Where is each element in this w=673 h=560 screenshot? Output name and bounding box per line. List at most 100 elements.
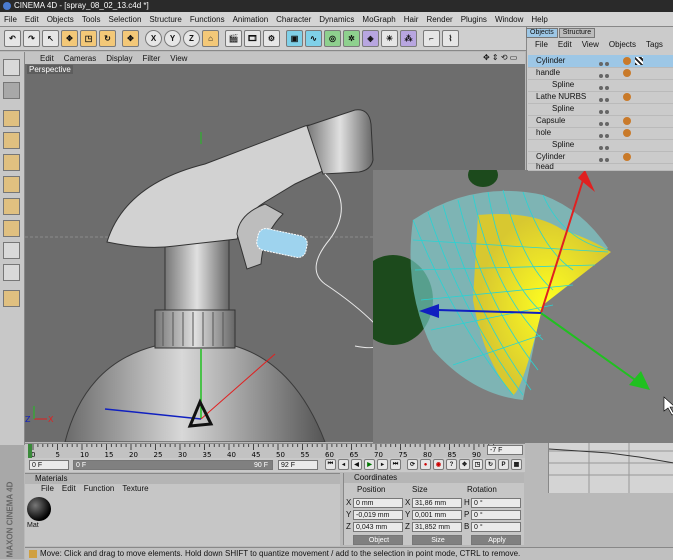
rotation-key-icon[interactable]: ↻ bbox=[485, 459, 496, 470]
coordinate-system-icon[interactable]: ⌂ bbox=[202, 30, 219, 47]
visibility-dots-icon[interactable] bbox=[599, 106, 613, 114]
materials-menu-file[interactable]: File bbox=[37, 484, 58, 493]
pla-key-icon[interactable]: ▦ bbox=[511, 459, 522, 470]
tab-structure[interactable]: Structure bbox=[558, 28, 596, 38]
visibility-dots-icon[interactable] bbox=[599, 118, 613, 126]
objects-menu-edit[interactable]: Edit bbox=[553, 40, 577, 49]
use-object-mode-icon[interactable] bbox=[3, 82, 20, 99]
play-forward-icon[interactable]: ▶ bbox=[364, 459, 375, 470]
material-name-label[interactable]: Mat bbox=[27, 522, 39, 529]
cube-primitive-icon[interactable]: ▣ bbox=[286, 30, 303, 47]
viewport-menu-view[interactable]: View bbox=[165, 54, 192, 63]
use-polygons-mode-icon[interactable] bbox=[3, 154, 20, 171]
object-row-head[interactable]: head bbox=[528, 163, 673, 171]
use-model-mode-icon[interactable] bbox=[3, 59, 20, 76]
visibility-dots-icon[interactable] bbox=[599, 130, 613, 138]
position-y-field[interactable]: -0,019 mm bbox=[353, 510, 403, 520]
spline-pen-icon[interactable]: ∿ bbox=[305, 30, 322, 47]
rotation-b-field[interactable]: 0 ° bbox=[471, 522, 521, 532]
scale-key-icon[interactable]: ◳ bbox=[472, 459, 483, 470]
rotation-h-field[interactable]: 0 ° bbox=[471, 498, 521, 508]
prev-key-icon[interactable]: ◂ bbox=[338, 459, 349, 470]
play-backward-icon[interactable]: ◀ bbox=[351, 459, 362, 470]
phong-tag-icon[interactable] bbox=[623, 153, 631, 161]
rotate-tool-icon[interactable]: ↻ bbox=[99, 30, 116, 47]
menu-window[interactable]: Window bbox=[491, 15, 527, 24]
use-uv-points-icon[interactable] bbox=[3, 176, 20, 193]
phong-tag-icon[interactable] bbox=[623, 57, 631, 65]
go-to-start-icon[interactable]: ⏮ bbox=[325, 459, 336, 470]
materials-menu-edit[interactable]: Edit bbox=[58, 484, 80, 493]
visibility-dots-icon[interactable] bbox=[599, 154, 613, 162]
render-picture-viewer-icon[interactable]: 🎞 bbox=[244, 30, 261, 47]
autokey-icon[interactable]: ◉ bbox=[433, 459, 444, 470]
material-tag-icon[interactable] bbox=[635, 57, 643, 65]
start-frame-field[interactable]: 0 F bbox=[29, 460, 69, 470]
tab-objects[interactable]: Objects bbox=[526, 28, 558, 38]
objects-menu-objects[interactable]: Objects bbox=[604, 40, 641, 49]
move-tool-icon[interactable]: ✥ bbox=[61, 30, 78, 47]
phong-tag-icon[interactable] bbox=[623, 117, 631, 125]
phong-tag-icon[interactable] bbox=[623, 129, 631, 137]
visibility-dots-icon[interactable] bbox=[599, 70, 613, 78]
menu-plugins[interactable]: Plugins bbox=[457, 15, 491, 24]
camera-icon[interactable]: ⁂ bbox=[400, 30, 417, 47]
snap-tool-icon[interactable]: ⌐ bbox=[423, 30, 440, 47]
go-to-end-icon[interactable]: ⏭ bbox=[390, 459, 401, 470]
menu-structure[interactable]: Structure bbox=[145, 15, 185, 24]
menu-functions[interactable]: Functions bbox=[186, 15, 229, 24]
viewport-nav-icons[interactable]: ✥ ⇕ ⟲ ▭ bbox=[483, 53, 517, 62]
visibility-dots-icon[interactable] bbox=[599, 58, 613, 66]
nurbs-icon[interactable]: ◎ bbox=[324, 30, 341, 47]
objects-menu-view[interactable]: View bbox=[577, 40, 604, 49]
menu-dynamics[interactable]: Dynamics bbox=[315, 15, 358, 24]
objects-menu-file[interactable]: File bbox=[530, 40, 553, 49]
size-z-field[interactable]: 31,852 mm bbox=[412, 522, 462, 532]
viewport-menu-edit[interactable]: Edit bbox=[25, 54, 59, 63]
rotation-p-field[interactable]: 0 ° bbox=[471, 510, 521, 520]
material-swatch[interactable] bbox=[27, 497, 51, 521]
menu-edit[interactable]: Edit bbox=[21, 15, 43, 24]
apply-button[interactable]: Apply bbox=[471, 535, 521, 545]
x-axis-lock-button[interactable]: X bbox=[145, 30, 162, 47]
animation-mode-icon[interactable] bbox=[3, 290, 20, 307]
array-icon[interactable]: ✲ bbox=[343, 30, 360, 47]
recent-tools-icon[interactable]: ✥ bbox=[122, 30, 139, 47]
visibility-dots-icon[interactable] bbox=[599, 94, 613, 102]
menu-objects[interactable]: Objects bbox=[43, 15, 78, 24]
next-key-icon[interactable]: ▸ bbox=[377, 459, 388, 470]
playhead[interactable] bbox=[28, 444, 32, 458]
y-axis-lock-button[interactable]: Y bbox=[164, 30, 181, 47]
scene-light-icon[interactable]: ✳ bbox=[381, 30, 398, 47]
menu-render[interactable]: Render bbox=[422, 15, 456, 24]
use-points-mode-icon[interactable] bbox=[3, 110, 20, 127]
texture-mode-icon[interactable] bbox=[3, 242, 20, 259]
record-icon[interactable]: ● bbox=[420, 459, 431, 470]
size-mode-select[interactable]: Size bbox=[412, 535, 462, 545]
menu-tools[interactable]: Tools bbox=[78, 15, 105, 24]
undo-icon[interactable]: ↶ bbox=[4, 30, 21, 47]
viewport-menu-display[interactable]: Display bbox=[101, 54, 137, 63]
redo-icon[interactable]: ↷ bbox=[23, 30, 40, 47]
phong-tag-icon[interactable] bbox=[623, 93, 631, 101]
frame-range-slider[interactable]: 0 F 90 F bbox=[73, 460, 273, 470]
current-frame-field[interactable]: -7 F bbox=[487, 445, 523, 455]
position-x-field[interactable]: 0 mm bbox=[353, 498, 403, 508]
menu-animation[interactable]: Animation bbox=[229, 15, 273, 24]
menu-hair[interactable]: Hair bbox=[400, 15, 423, 24]
menu-help[interactable]: Help bbox=[527, 15, 551, 24]
materials-menu-texture[interactable]: Texture bbox=[118, 484, 152, 493]
phong-tag-icon[interactable] bbox=[623, 69, 631, 77]
position-key-icon[interactable]: ✥ bbox=[459, 459, 470, 470]
brush-tool-icon[interactable]: ⌇ bbox=[442, 30, 459, 47]
coordinate-mode-select[interactable]: Object bbox=[353, 535, 403, 545]
render-settings-icon[interactable]: ⚙ bbox=[263, 30, 280, 47]
size-x-field[interactable]: 31,86 mm bbox=[412, 498, 462, 508]
use-edges-mode-icon[interactable] bbox=[3, 132, 20, 149]
visibility-dots-icon[interactable] bbox=[599, 142, 613, 150]
position-z-field[interactable]: 0,043 mm bbox=[353, 522, 403, 532]
keyframe-selection-icon[interactable]: ? bbox=[446, 459, 457, 470]
menu-file[interactable]: File bbox=[0, 15, 21, 24]
loop-icon[interactable]: ⟳ bbox=[407, 459, 418, 470]
scale-tool-icon[interactable]: ◳ bbox=[80, 30, 97, 47]
